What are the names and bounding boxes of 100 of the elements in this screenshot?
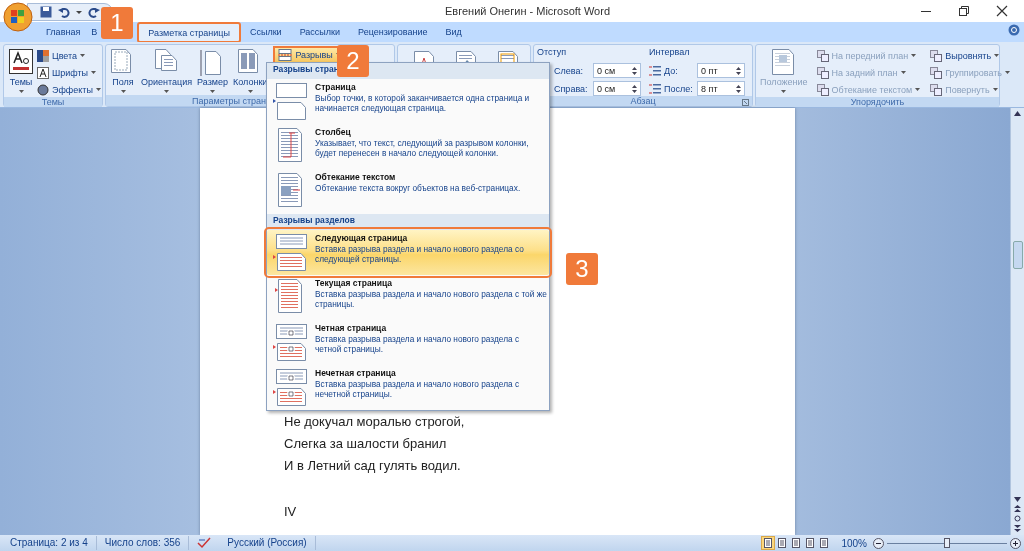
item-description: Вставка разрыва раздела и начало нового раздела со следующей страницы. (315, 244, 525, 264)
caret-icon (915, 88, 921, 92)
slider-thumb[interactable] (944, 537, 950, 548)
spinner-arrows-icon (632, 65, 637, 76)
caret-icon (1005, 71, 1011, 75)
group-label: Темы (41, 97, 65, 107)
position-icon (770, 48, 797, 76)
text-wrap-icon (816, 84, 829, 96)
word-count[interactable]: Число слов: 356 (96, 536, 190, 550)
next-break-icon (273, 233, 309, 273)
caret-icon (95, 88, 101, 92)
spacing-icon (649, 82, 661, 95)
caret-icon (994, 54, 1000, 58)
group-label: Упорядочить (850, 97, 905, 107)
zoom-level[interactable]: 100% (831, 537, 873, 549)
ribbon-button[interactable]: Шрифты (37, 66, 103, 80)
ribbon-button[interactable]: Эффекты (37, 83, 103, 97)
even-break-icon (273, 323, 309, 363)
draft-icon (819, 538, 830, 548)
item-title: Нечетная страница (315, 368, 397, 379)
themes-icon (8, 48, 34, 76)
item-description: Указывает, что текст, следующий за разрывом колонки, будет перенесен в начало следующей колонки. (315, 138, 530, 158)
caret-icon (911, 54, 917, 58)
field-label: До: (664, 65, 679, 76)
ribbon-button[interactable]: Цвета (37, 49, 103, 63)
item-title: Обтекание текстом (315, 172, 397, 183)
step-number-badge: 3 (566, 253, 598, 285)
item-title: Столбец (315, 127, 352, 138)
scrollbar[interactable] (1010, 108, 1024, 535)
section-label: Отступ (537, 47, 568, 59)
ribbon-button[interactable]: Темы (7, 47, 35, 95)
item-description: Вставка разрыва раздела и начало нового раздела с той же страницы. (315, 289, 547, 309)
font-icon (37, 67, 49, 79)
bring-forward-icon (816, 50, 829, 62)
group-label: Параметры стран (192, 95, 267, 106)
number-field[interactable]: 8 пт (697, 81, 745, 96)
menu-item[interactable]: Следующая страница Вставка разрыва раздела и начало нового раздела со следующей страницы. (267, 230, 549, 275)
next-page-icon (1014, 525, 1021, 532)
item-title: Четная страница (315, 323, 388, 334)
item-title: Текущая страница (315, 278, 394, 289)
save-icon (40, 6, 52, 18)
number-field[interactable]: 0 пт (697, 63, 745, 78)
menu-item[interactable]: Страница Выбор точки, в которой заканчивается одна страница и начинается следующая страница. (267, 79, 549, 124)
menu-item[interactable]: Столбец Указывает, что текст, следующий за разрывом колонки, будет перенесен в начало следующей колонки. (267, 124, 549, 169)
restore-icon (958, 5, 970, 17)
group-label: Абзац (630, 96, 656, 106)
item-description: Обтекание текста вокруг объектов на веб-страницах. (315, 183, 522, 193)
spinner-arrows-icon (632, 83, 637, 94)
spelling-check-icon (197, 537, 212, 549)
undo-icon (58, 6, 70, 18)
menu-item[interactable]: Текущая страница Вставка разрыва раздела и начало нового раздела с той же страницы. (267, 275, 549, 320)
ribbon-tab[interactable]: Рассылки (290, 23, 350, 42)
menu-item[interactable]: Четная страница Вставка разрыва раздела и начало нового раздела с четной страницы. (267, 320, 549, 365)
ribbon-button[interactable]: Ориентация (140, 47, 194, 95)
ribbon-button[interactable]: Размер (196, 47, 230, 95)
text-line: IV (284, 503, 298, 521)
rotate-icon (930, 84, 943, 96)
spacing-icon (649, 64, 661, 77)
item-title: Следующая страница (315, 233, 409, 244)
item-description: Вставка разрыва раздела и начало нового раздела с нечетной страницы. (315, 379, 521, 399)
ribbon-tab[interactable]: Ссылки (240, 23, 291, 42)
caret-icon (91, 71, 97, 75)
number-field[interactable]: 0 см (593, 63, 641, 78)
ribbon-button[interactable]: Выровнять (930, 49, 1013, 63)
text-line: И в Летний сад гулять водил. (284, 457, 462, 475)
zoom-in-icon (1010, 537, 1021, 549)
palette-icon (37, 50, 49, 62)
scroll-up-icon (1014, 111, 1021, 116)
caret-icon (900, 71, 906, 75)
menu-item[interactable]: Обтекание текстом Обтекание текста вокруг объектов на веб-страницах. (267, 169, 549, 214)
text-line: Слегка за шалости бранил (284, 435, 448, 453)
web-layout-icon (791, 538, 802, 548)
ribbon-tab[interactable]: Вид (436, 23, 471, 42)
group-icon (930, 67, 943, 79)
ribbon-tab[interactable]: Главная (37, 23, 90, 42)
print-layout-icon (763, 538, 774, 548)
number-field[interactable]: 0 см (593, 81, 641, 96)
spinner-arrows-icon (736, 65, 741, 76)
scroll-thumb[interactable] (1012, 241, 1023, 269)
ribbon-button[interactable]: Поля (109, 47, 137, 95)
item-description: Вставка разрыва раздела и начало нового раздела с четной страницы. (315, 334, 521, 354)
outline-icon (805, 538, 816, 548)
field-label: После: (664, 83, 694, 94)
scroll-down-icon (1014, 497, 1021, 502)
language-indicator[interactable]: Русский (Россия) (219, 536, 316, 550)
view-button[interactable] (761, 536, 776, 550)
step-number-badge: 1 (101, 7, 133, 39)
text-line: Не докучал моралью строгой, (284, 413, 466, 431)
menu-item[interactable]: Нечетная страница Вставка разрыва раздела и начало нового раздела с нечетной страницы. (267, 365, 549, 410)
send-backward-icon (816, 67, 829, 79)
help-icon (1008, 24, 1020, 36)
close-icon (996, 5, 1008, 17)
browse-object-icon (1014, 515, 1021, 522)
ribbon-tab[interactable]: Рецензирование (349, 23, 437, 42)
field-label: Слева: (554, 65, 584, 76)
field-label: Справа: (554, 83, 589, 94)
page-count[interactable]: Страница: 2 из 4 (2, 536, 97, 550)
item-description: Выбор точки, в которой заканчивается одна страница и начинается следующая страница. (315, 93, 531, 113)
ribbon-tab[interactable]: Разметка страницы (137, 22, 241, 43)
caret-icon (18, 90, 24, 94)
